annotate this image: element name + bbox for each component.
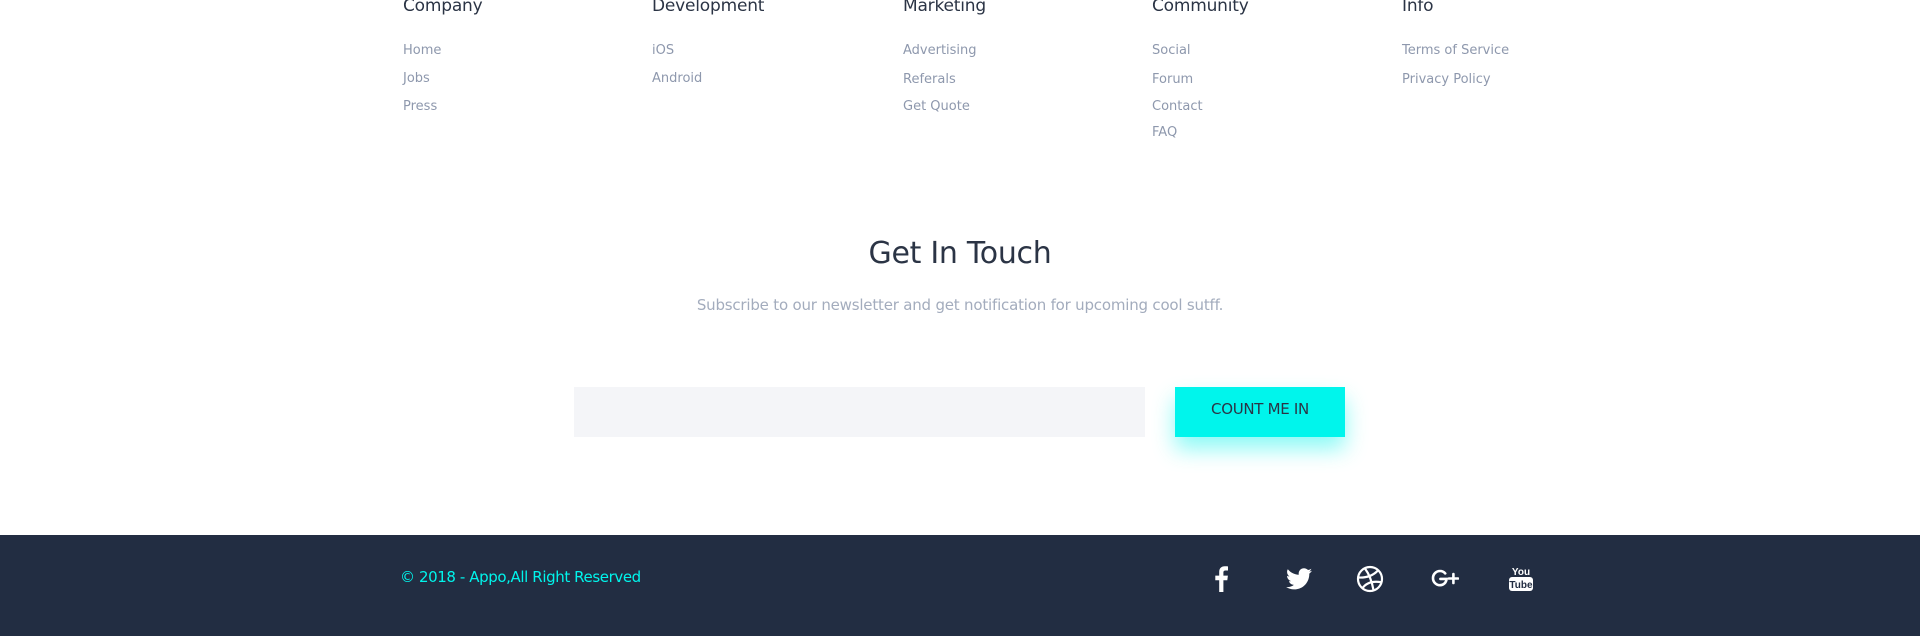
svg-text:Tube: Tube [1509, 580, 1533, 591]
copyright-text: © 2018 - Appo,All Right Reserved [400, 568, 641, 586]
footer-link-social[interactable]: Social [1152, 43, 1191, 58]
svg-text:You: You [1512, 567, 1530, 578]
column-title: Info [1402, 0, 1434, 16]
footer-link-press[interactable]: Press [403, 99, 437, 114]
footer-link-advertising[interactable]: Advertising [903, 43, 977, 58]
column-title: Community [1152, 0, 1249, 16]
footer-link-jobs[interactable]: Jobs [403, 71, 430, 86]
twitter-icon[interactable] [1281, 561, 1317, 597]
footer-link-forum[interactable]: Forum [1152, 72, 1193, 87]
footer-link-contact[interactable]: Contact [1152, 99, 1203, 114]
footer-link-android[interactable]: Android [652, 71, 702, 86]
footer-link-privacy-policy[interactable]: Privacy Policy [1402, 72, 1491, 87]
newsletter-email-input[interactable] [574, 387, 1145, 437]
footer-link-referals[interactable]: Referals [903, 72, 956, 87]
footer-top-section: Company Home Jobs Press Development iOS … [0, 0, 1920, 535]
newsletter-title: Get In Touch [868, 236, 1052, 271]
footer-link-get-quote[interactable]: Get Quote [903, 99, 970, 114]
newsletter-subtitle: Subscribe to our newsletter and get noti… [696, 296, 1224, 314]
footer-link-faq[interactable]: FAQ [1152, 125, 1177, 140]
google-plus-icon[interactable] [1426, 561, 1462, 597]
column-title: Marketing [903, 0, 986, 16]
footer-link-ios[interactable]: iOS [652, 43, 674, 58]
column-title: Development [652, 0, 765, 16]
dribbble-icon[interactable] [1352, 561, 1388, 597]
footer-link-terms-of-service[interactable]: Terms of Service [1402, 43, 1509, 58]
facebook-icon[interactable] [1203, 561, 1239, 597]
youtube-icon[interactable]: You Tube [1503, 561, 1539, 597]
column-title: Company [403, 0, 483, 16]
subscribe-button[interactable]: Count me in [1175, 387, 1345, 437]
footer-link-home[interactable]: Home [403, 43, 441, 58]
footer-bottom-bar: © 2018 - Appo,All Right Reserved You Tub… [0, 535, 1920, 636]
